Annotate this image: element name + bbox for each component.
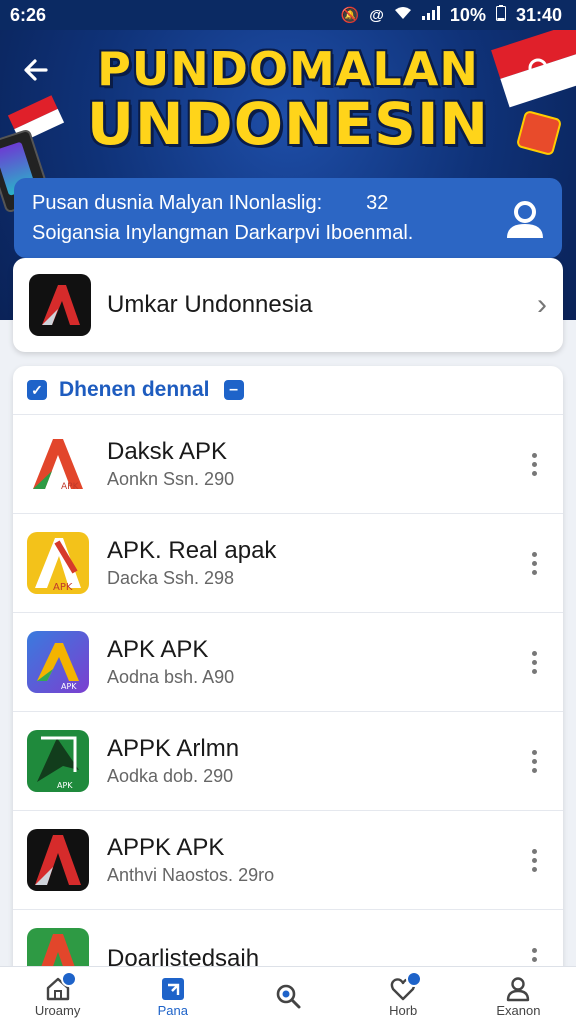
app-meta: Aodna bsh. A90	[107, 667, 235, 687]
battery-percent: 10%	[449, 4, 486, 25]
list-item[interactable]: APK APPK Arlmn Aodka dob. 290	[13, 712, 563, 811]
svg-text:APK: APK	[61, 482, 80, 492]
list-item[interactable]: APPK APK Anthvi Naostos. 29ro	[13, 811, 563, 910]
info-card[interactable]: Pusan dusnia Malyan INonlaslig: 32 Soiga…	[14, 178, 562, 258]
app-meta: Aonkn Ssn. 290	[107, 469, 235, 489]
nav-profile[interactable]: Exanon	[461, 967, 576, 1025]
wifi-icon	[394, 6, 412, 24]
signal-icon	[421, 6, 440, 24]
nav-favorites[interactable]: Horb	[346, 967, 461, 1025]
app-meta: Anthvi Naostos. 29ro	[107, 865, 275, 885]
search-icon	[276, 984, 301, 1009]
select-all-checkbox[interactable]: ✓	[27, 380, 47, 400]
app-name: APPK Arlmn	[107, 735, 240, 762]
svg-text:APK: APK	[57, 781, 73, 790]
battery-icon	[495, 4, 506, 26]
banner-title-line2: UNDONESIN	[86, 90, 490, 158]
app-name: APPK APK	[107, 834, 225, 861]
app-name: Daksk APK	[107, 438, 228, 465]
app-list-card: ✓ Dhenen dennal – APK Daksk APK Aonkn Ss…	[13, 366, 563, 986]
status-time: 6:26	[10, 4, 47, 25]
info-text-line2: Soigansia Inylangman Darkarpvi Iboenmal.	[32, 222, 414, 244]
status-bar: 6:26 🔕 @ 10% 31:40	[0, 0, 576, 30]
app-icon: APK	[27, 730, 89, 792]
nav-label: Uroamy	[34, 1002, 81, 1018]
mute-icon: 🔕	[340, 7, 360, 24]
featured-app-label: Umkar Undonnesia	[107, 291, 313, 318]
more-options-icon[interactable]	[519, 741, 549, 781]
featured-app-row[interactable]: Umkar Undonnesia ›	[13, 258, 563, 352]
notification-badge	[406, 971, 423, 987]
more-options-icon[interactable]	[519, 642, 549, 682]
more-options-icon[interactable]	[519, 444, 549, 484]
svg-text:APK: APK	[53, 582, 73, 593]
status-clock: 31:40	[515, 4, 562, 25]
nav-search[interactable]	[230, 967, 345, 1025]
nav-home[interactable]: Uroamy	[0, 967, 115, 1025]
more-options-icon[interactable]	[519, 840, 549, 880]
collapse-button[interactable]: –	[223, 380, 244, 400]
nav-apps[interactable]: Pana	[115, 967, 230, 1025]
list-item[interactable]: APK APK APK Aodna bsh. A90	[13, 613, 563, 712]
app-meta: Aodka dob. 290	[107, 766, 234, 786]
app-icon: APK	[27, 433, 89, 495]
app-icon	[27, 829, 89, 891]
nav-label: Horb	[389, 1002, 418, 1018]
app-icon: APK	[27, 631, 89, 693]
a-logo-icon	[42, 285, 80, 325]
app-icon: APK	[27, 532, 89, 594]
at-icon: @	[369, 6, 384, 24]
nav-label: Pana	[157, 1002, 188, 1018]
featured-app-logo	[29, 274, 91, 336]
user-icon[interactable]	[502, 196, 548, 242]
chevron-right-icon: ›	[537, 288, 547, 321]
info-text-line1: Pusan dusnia Malyan INonlaslig:	[32, 192, 323, 214]
list-item[interactable]: APK Daksk APK Aonkn Ssn. 290	[13, 415, 563, 514]
list-item[interactable]: APK APK. Real apak Dacka Ssh. 298	[13, 514, 563, 613]
notification-badge	[60, 971, 77, 987]
app-name: APK APK	[107, 636, 209, 663]
app-meta: Dacka Ssh. 298	[107, 568, 235, 588]
apps-icon	[161, 977, 184, 1000]
profile-icon	[507, 976, 530, 1001]
app-name: APK. Real apak	[107, 537, 277, 564]
nav-label: Exanon	[496, 1002, 541, 1018]
bottom-navigation: Uroamy Pana Horb Exanon	[0, 966, 576, 1025]
list-title: Dhenen dennal	[59, 378, 210, 401]
info-count: 32	[366, 192, 389, 214]
list-header: ✓ Dhenen dennal –	[13, 366, 563, 415]
more-options-icon[interactable]	[519, 543, 549, 583]
svg-text:APK: APK	[61, 682, 77, 691]
banner-title-line1: PUNDOMALAN	[97, 42, 479, 96]
